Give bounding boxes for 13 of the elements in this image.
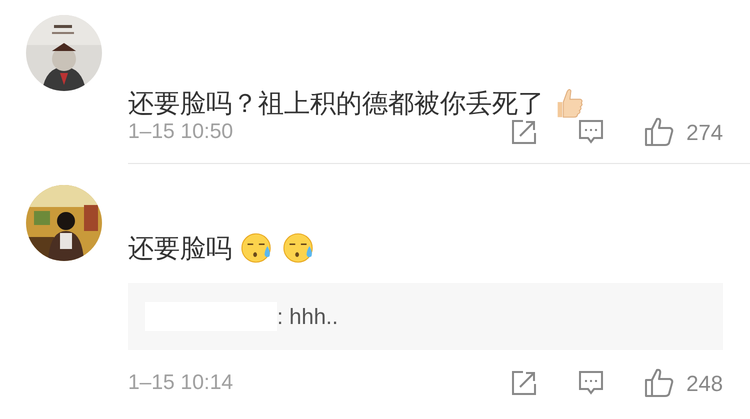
like-count: 248 xyxy=(686,370,723,398)
timestamp: 1–15 10:50 xyxy=(128,119,234,146)
comment-text: 还要脸吗？祖上积的德都被你丢死了 xyxy=(128,87,544,120)
reply-text: : hhh.. xyxy=(277,303,338,331)
comment-icon[interactable] xyxy=(578,119,604,145)
thumbs-up-icon[interactable] xyxy=(644,117,674,147)
share-icon[interactable] xyxy=(511,119,538,145)
comment-text: 还要脸吗 xyxy=(128,232,232,265)
comment-icon[interactable] xyxy=(578,370,604,396)
thumbs-up-icon[interactable] xyxy=(644,368,674,398)
like-count: 274 xyxy=(686,118,723,146)
timestamp: 1–15 10:14 xyxy=(128,370,234,396)
share-icon[interactable] xyxy=(511,370,538,396)
